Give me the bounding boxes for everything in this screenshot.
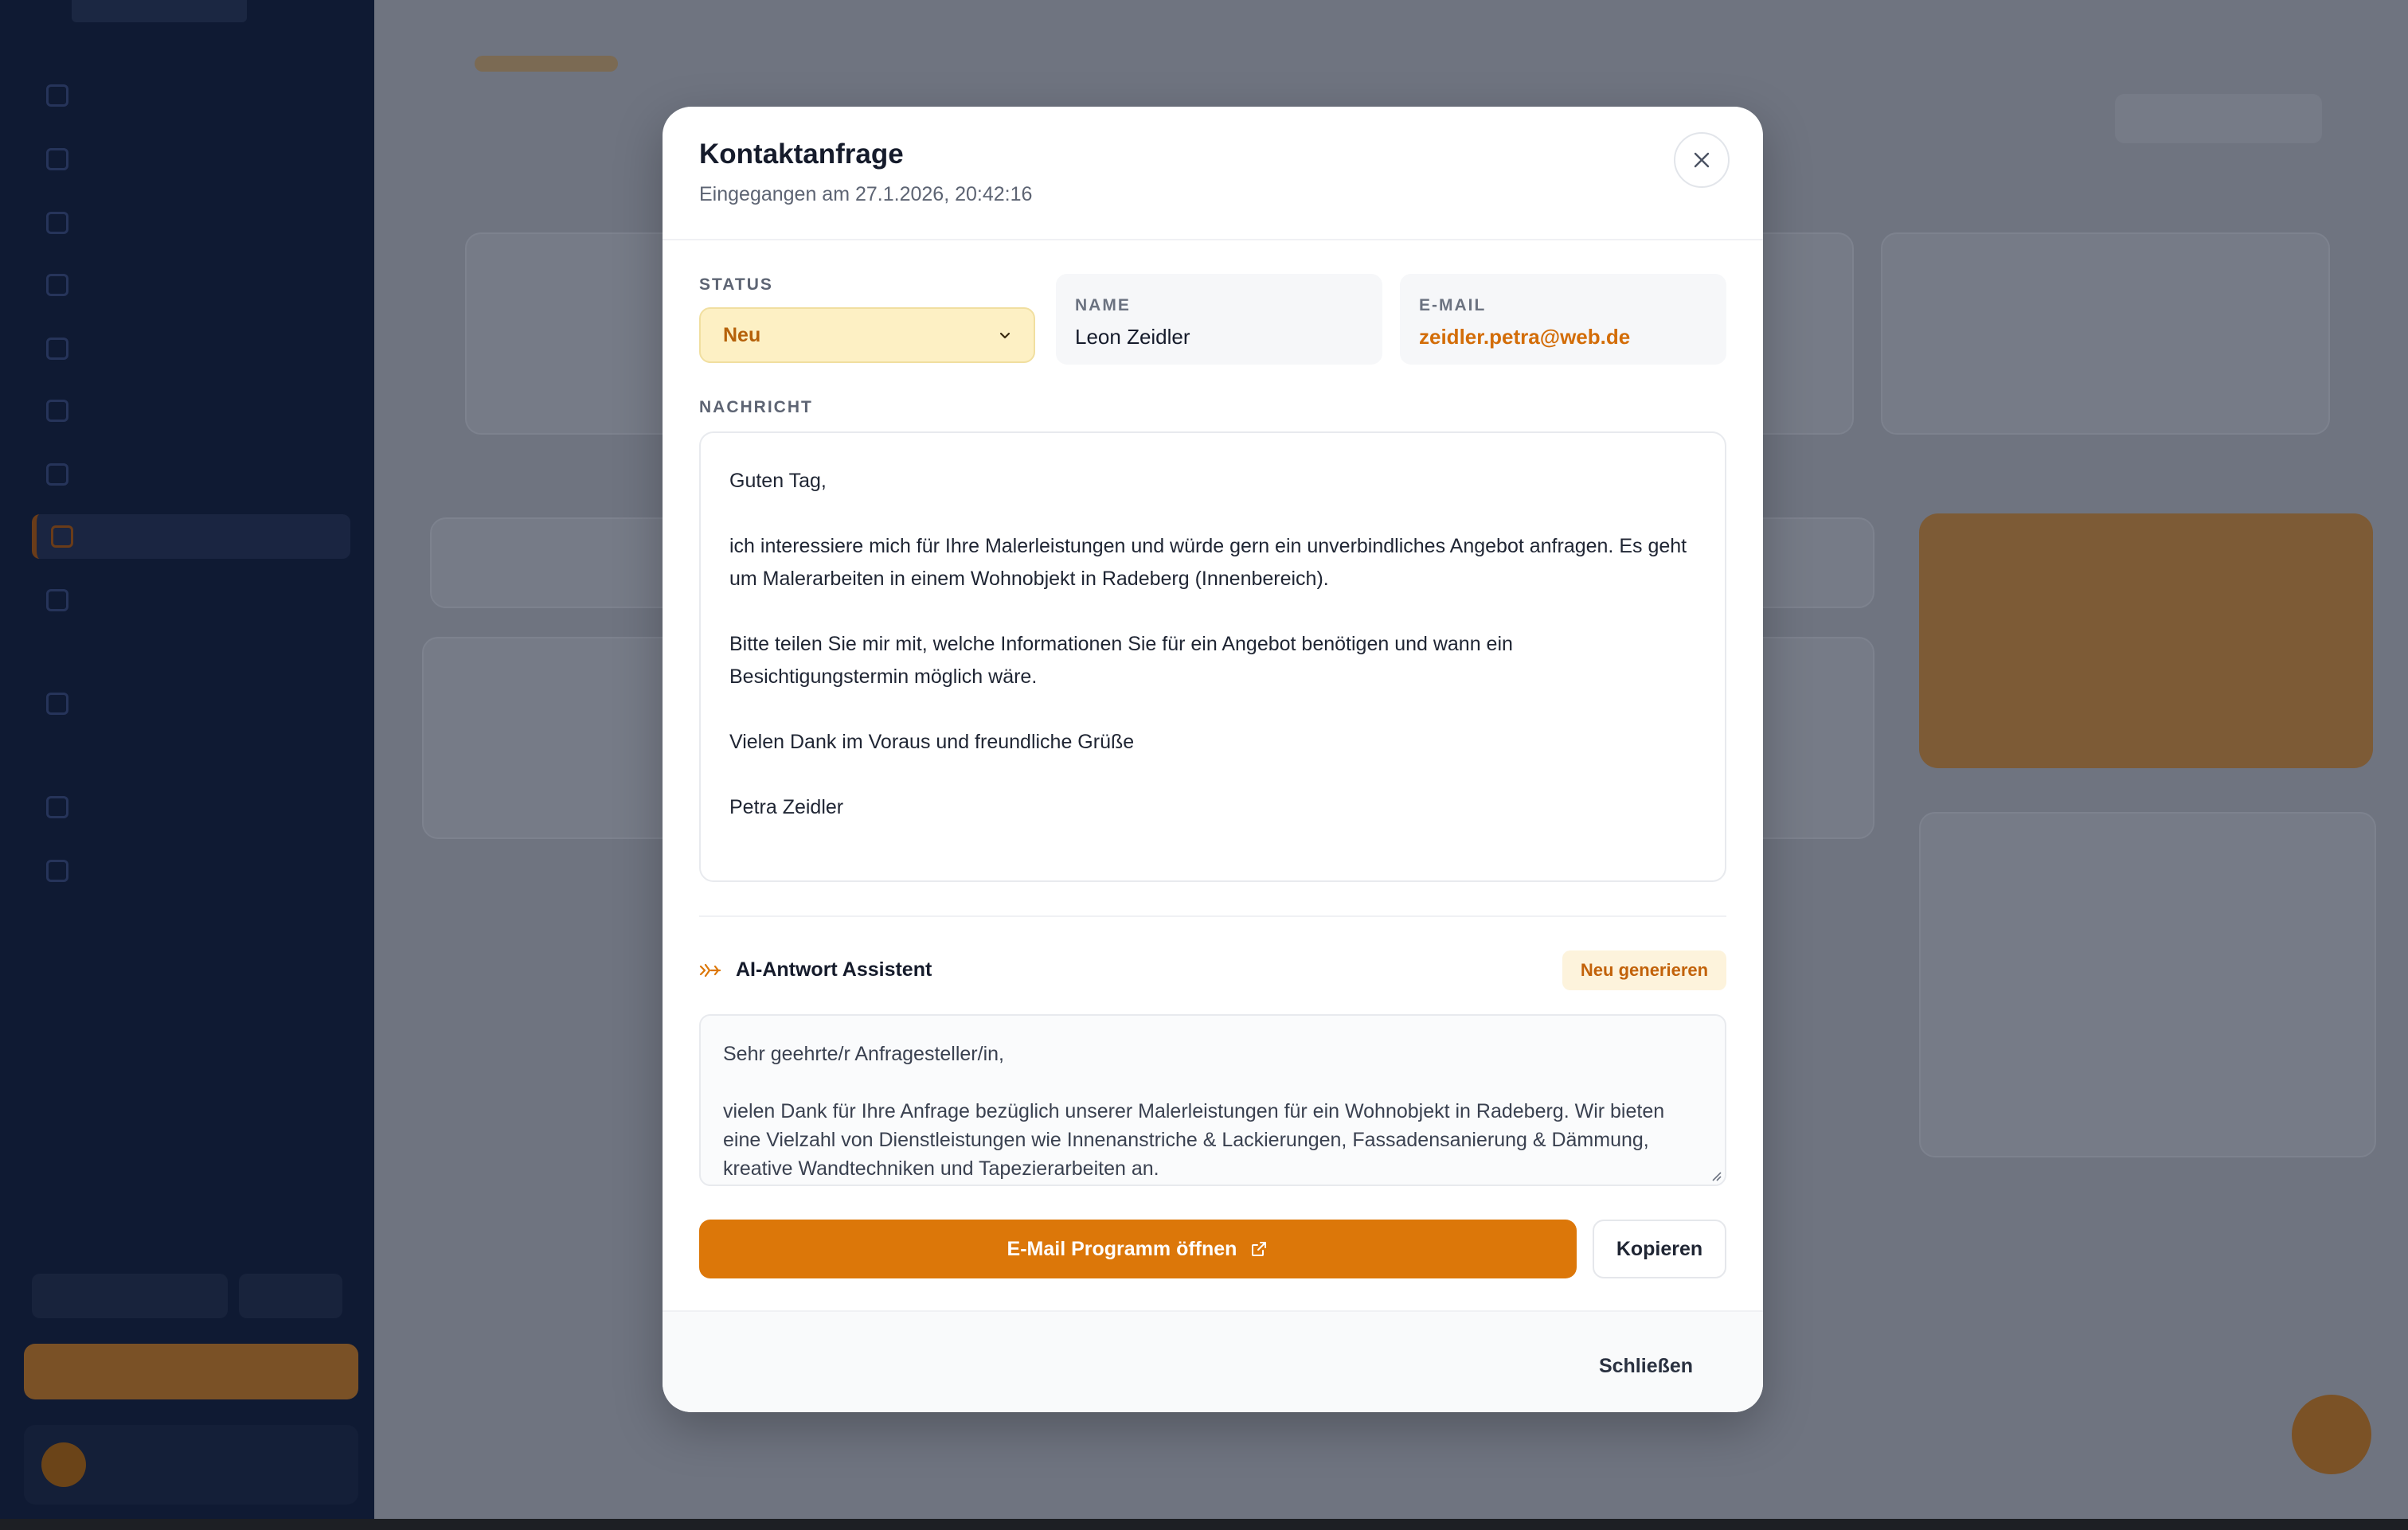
nav-icon: [46, 400, 68, 422]
email-label: E-MAIL: [1419, 296, 1487, 314]
sidebar-item-active[interactable]: [32, 514, 350, 559]
status-value: Neu: [723, 323, 761, 346]
name-value: Leon Zeidler: [1075, 325, 1190, 349]
stats-card: [1881, 232, 2330, 435]
sidebar-item[interactable]: [32, 137, 350, 181]
name-field: NAME Leon Zeidler: [1056, 274, 1382, 365]
close-icon: [1694, 152, 1710, 168]
received-timestamp: Eingegangen am 27.1.2026, 20:42:16: [699, 183, 1033, 205]
message-box: Guten Tag, ich interessiere mich für Ihr…: [699, 431, 1726, 882]
open-website-button[interactable]: [24, 1344, 358, 1399]
sidebar-row-button[interactable]: [32, 1274, 228, 1318]
ai-reply-paragraph: vielen Dank für Ihre Anfrage bezüglich u…: [723, 1100, 1665, 1180]
divider: [699, 915, 1726, 917]
page-tag: [475, 56, 618, 72]
sidebar-item[interactable]: [32, 263, 350, 307]
nav-icon: [46, 463, 68, 486]
close-button[interactable]: [1674, 132, 1730, 188]
sidebar: [0, 0, 374, 1519]
email-field: E-MAIL zeidler.petra@web.de: [1400, 274, 1726, 365]
modal-header: Kontaktanfrage Eingegangen am 27.1.2026,…: [663, 107, 1763, 240]
ai-reply-textarea[interactable]: Sehr geehrte/r Anfragesteller/in, vielen…: [699, 1014, 1726, 1186]
sidebar-item[interactable]: [32, 681, 350, 726]
ai-assistant-title: AI-Antwort Assistent: [736, 958, 932, 981]
nav-icon: [46, 274, 68, 296]
contact-request-modal: Kontaktanfrage Eingegangen am 27.1.2026,…: [663, 107, 1763, 1412]
modal-footer: Schließen: [663, 1310, 1763, 1412]
nav-icon: [46, 84, 68, 107]
lead-booster-card: [1919, 812, 2376, 1157]
name-label: NAME: [1075, 296, 1131, 314]
live-website-button[interactable]: [2115, 94, 2322, 143]
copy-button[interactable]: Kopieren: [1593, 1220, 1726, 1278]
sidebar-row: [32, 1274, 342, 1318]
resize-handle-icon[interactable]: [1709, 1169, 1722, 1181]
message-paragraph: Petra Zeidler: [729, 796, 844, 818]
message-paragraph: Bitte teilen Sie mir mit, welche Informa…: [729, 633, 1513, 688]
nav-icon: [46, 212, 68, 234]
sidebar-item[interactable]: [32, 785, 350, 829]
status-select[interactable]: Neu: [699, 307, 1035, 363]
nav-icon: [46, 148, 68, 170]
open-mail-button[interactable]: E-Mail Programm öffnen: [699, 1220, 1577, 1278]
sidebar-item[interactable]: [32, 388, 350, 433]
avatar: [41, 1442, 86, 1487]
ai-reply-paragraph: Sehr geehrte/r Anfragesteller/in,: [723, 1043, 1004, 1065]
email-link[interactable]: zeidler.petra@web.de: [1419, 325, 1630, 349]
chevron-down-icon: [999, 332, 1010, 339]
external-link-icon: [1252, 1242, 1267, 1256]
sidebar-item[interactable]: [32, 326, 350, 371]
sidebar-item[interactable]: [32, 452, 350, 497]
message-paragraph: ich interessiere mich für Ihre Malerleis…: [729, 535, 1687, 590]
nav-icon: [46, 860, 68, 882]
open-mail-label: E-Mail Programm öffnen: [1007, 1237, 1237, 1260]
status-label: STATUS: [699, 275, 773, 294]
tips-card: [1919, 513, 2373, 768]
ai-assistant-header: AI-Antwort Assistent: [699, 958, 932, 982]
close-modal-button[interactable]: Schließen: [1578, 1344, 1714, 1388]
sidebar-select[interactable]: [38, 1210, 341, 1245]
nav-icon: [51, 525, 73, 548]
regenerate-button[interactable]: Neu generieren: [1562, 950, 1726, 990]
nav-icon: [46, 338, 68, 360]
sidebar-row-button[interactable]: [239, 1274, 342, 1318]
user-card[interactable]: [24, 1425, 358, 1505]
sidebar-item[interactable]: [32, 73, 350, 118]
message-paragraph: Vielen Dank im Voraus und freundliche Gr…: [729, 731, 1135, 753]
nav-icon: [46, 693, 68, 715]
nav-icon: [46, 589, 68, 611]
sidebar-item[interactable]: [32, 849, 350, 893]
window-edge: [0, 1519, 2408, 1530]
nav-icon: [46, 796, 68, 818]
message-label: NACHRICHT: [699, 398, 813, 416]
message-paragraph: Guten Tag,: [729, 470, 827, 492]
chat-button[interactable]: [2292, 1395, 2371, 1474]
app-logo: [72, 0, 247, 22]
modal-title: Kontaktanfrage: [699, 139, 904, 170]
sparkle-icon: [699, 963, 721, 977]
sidebar-item[interactable]: [32, 578, 350, 623]
sidebar-item[interactable]: [32, 201, 350, 245]
